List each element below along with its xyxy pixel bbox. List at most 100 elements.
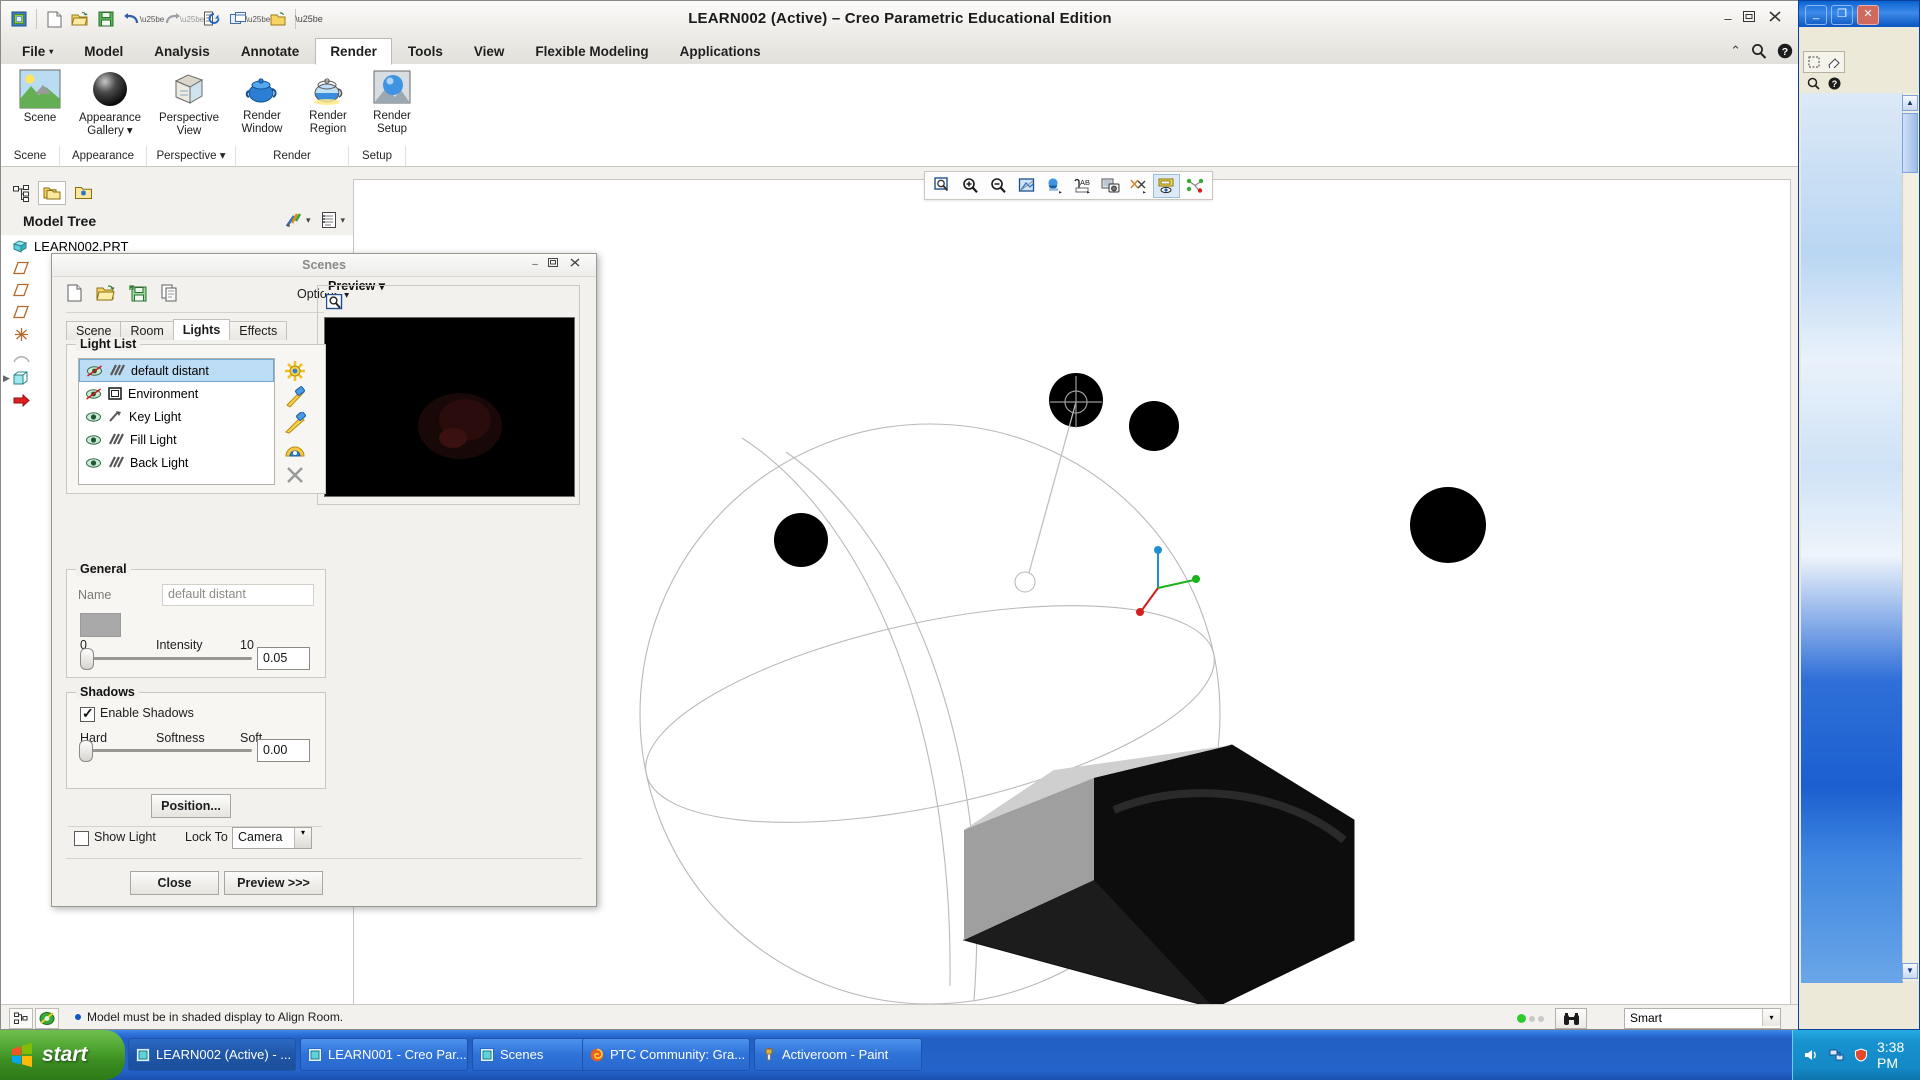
repaint-icon[interactable] (1013, 174, 1040, 198)
intensity-slider-track[interactable] (82, 657, 252, 660)
close-window-icon[interactable] (266, 7, 290, 31)
light-list[interactable]: default distant Environment Key Light Fi… (78, 358, 275, 485)
favorites-tab[interactable] (69, 181, 97, 205)
ribbon-tab-applications[interactable]: Applications (665, 39, 776, 64)
chevron-down-icon[interactable]: ▾ (1762, 1009, 1780, 1026)
preview-button[interactable]: Preview >>> (224, 871, 323, 895)
scenes-close-button[interactable] (570, 258, 586, 272)
add-distant-light-button[interactable] (282, 410, 308, 436)
light-list-item-default-distant[interactable]: default distant (79, 359, 274, 382)
refit-icon[interactable] (929, 174, 956, 198)
add-point-light-button[interactable] (282, 358, 308, 384)
light-list-item-fill-light[interactable]: Fill Light (79, 428, 274, 451)
datum-display-filters-icon[interactable] (1125, 174, 1152, 198)
taskbar-clock[interactable]: 3:38 PM (1877, 1039, 1920, 1071)
scroll-down-icon[interactable]: ▼ (1902, 963, 1918, 979)
paint-canvas[interactable] (1801, 93, 1903, 983)
paint-window[interactable]: _ ❐ ✕ ? ▲ ▼ (1798, 0, 1920, 1030)
softness-slider-track[interactable] (82, 749, 252, 752)
scroll-up-icon[interactable]: ▲ (1902, 95, 1918, 111)
render-window-button[interactable]: Render Window (229, 64, 295, 146)
qat-more-icon[interactable]: \u25be (301, 7, 317, 31)
show-light-checkbox[interactable] (74, 831, 89, 846)
search-icon[interactable] (1751, 43, 1767, 59)
ribbon-tab-model[interactable]: Model (69, 39, 138, 64)
preview-zoom-icon[interactable] (324, 292, 346, 312)
paint-close-button[interactable]: ✕ (1857, 5, 1879, 25)
light-list-item-environment[interactable]: Environment (79, 382, 274, 405)
zoom-out-icon[interactable] (985, 174, 1012, 198)
ribbon-tab-analysis[interactable]: Analysis (139, 39, 225, 64)
visibility-on-icon[interactable] (85, 434, 102, 446)
search-binoculars-icon[interactable] (1555, 1008, 1587, 1029)
tab-lights[interactable]: Lights (173, 319, 231, 340)
ribbon-tab-view[interactable]: View (459, 39, 520, 64)
taskbar-learn001[interactable]: LEARN001 - Creo Par... (300, 1038, 468, 1071)
volume-icon[interactable] (1804, 1048, 1820, 1062)
saved-orientations-icon[interactable] (1097, 174, 1124, 198)
window-maximize-button[interactable] (1743, 11, 1765, 29)
appearance-gallery-button[interactable]: Appearance Gallery ▾ (71, 64, 149, 146)
ribbon-tab-render[interactable]: Render (315, 38, 392, 65)
paint-scrollbar-thumb[interactable] (1902, 113, 1918, 173)
scenes-minimize-button[interactable]: – (527, 258, 543, 272)
ribbon-tab-tools[interactable]: Tools (393, 39, 458, 64)
visibility-off-icon[interactable] (86, 365, 103, 377)
network-icon[interactable] (1829, 1048, 1845, 1062)
scenes-dialog[interactable]: Scenes – Options ▾ Preview ▾ (51, 253, 597, 907)
start-button[interactable]: start (0, 1030, 125, 1080)
model-tree-settings-icon[interactable] (320, 211, 338, 229)
selection-filter-icon[interactable] (35, 1008, 59, 1029)
paint-menu-bar[interactable] (1799, 27, 1919, 48)
paint-erase-icon[interactable] (1828, 56, 1840, 68)
chevron-down-icon[interactable]: ▾ (294, 828, 311, 848)
window-minimize-button[interactable]: – (1717, 11, 1739, 29)
add-spot-light-button[interactable] (282, 384, 308, 410)
position-button[interactable]: Position... (151, 794, 231, 818)
copy-scene-icon[interactable] (156, 280, 184, 306)
light-list-item-back-light[interactable]: Back Light (79, 451, 274, 474)
light-color-swatch[interactable] (80, 613, 121, 637)
paint-help-icon[interactable]: ? (1828, 77, 1841, 90)
paint-zoom-icon[interactable] (1807, 77, 1820, 90)
group-label-perspective[interactable]: Perspective ▾ (147, 146, 236, 166)
annotation-display-icon[interactable]: AB (1069, 174, 1096, 198)
softness-slider-thumb[interactable] (79, 740, 93, 762)
paint-minimize-button[interactable]: _ (1805, 5, 1827, 25)
zoom-in-icon[interactable] (957, 174, 984, 198)
shield-icon[interactable] (1854, 1048, 1868, 1062)
softness-value-field[interactable]: 0.00 (257, 739, 310, 762)
window-switch-dropdown-icon[interactable]: \u25be (252, 7, 264, 31)
collapse-ribbon-icon[interactable]: ⌃ (1730, 43, 1741, 59)
paint-select-icon[interactable] (1808, 56, 1820, 68)
spin-center-icon[interactable] (1181, 174, 1208, 198)
visibility-off-icon[interactable] (85, 388, 102, 400)
visibility-on-icon[interactable] (85, 457, 102, 469)
scenes-maximize-button[interactable] (548, 258, 564, 272)
lock-to-combo[interactable]: Camera ▾ (232, 827, 312, 849)
window-close-button[interactable] (1769, 11, 1791, 29)
paint-restore-button[interactable]: ❐ (1831, 5, 1853, 25)
taskbar-learn002[interactable]: LEARN002 (Active) - ... (128, 1038, 296, 1071)
redo-dropdown-icon[interactable]: \u25be (186, 7, 198, 31)
scene-button[interactable]: Scene (9, 64, 71, 146)
close-button[interactable]: Close (130, 871, 219, 895)
visibility-on-icon[interactable] (85, 411, 102, 423)
expand-arrow-icon[interactable]: ▶ (3, 373, 10, 384)
new-file-icon[interactable] (42, 7, 66, 31)
intensity-value-field[interactable]: 0.05 (257, 647, 310, 670)
save-scene-icon[interactable] (124, 280, 152, 306)
model-tree-filter-icon[interactable] (284, 210, 304, 230)
model-tree-filter-dropdown-icon[interactable]: ▾ (306, 215, 311, 226)
ribbon-tab-file[interactable]: File▾ (7, 39, 68, 64)
folder-browser-tab[interactable] (38, 181, 66, 205)
add-environment-light-button[interactable] (282, 436, 308, 462)
creo-app-icon[interactable] (7, 7, 31, 31)
open-scene-icon[interactable] (92, 280, 120, 306)
model-tree-toggle-icon[interactable] (9, 1008, 33, 1029)
intensity-slider-thumb[interactable] (80, 648, 94, 670)
model-tree-settings-dropdown-icon[interactable]: ▾ (340, 215, 345, 226)
help-icon[interactable]: ? (1777, 43, 1793, 59)
delete-light-button[interactable] (282, 462, 308, 488)
undo-dropdown-icon[interactable]: \u25be (146, 7, 158, 31)
